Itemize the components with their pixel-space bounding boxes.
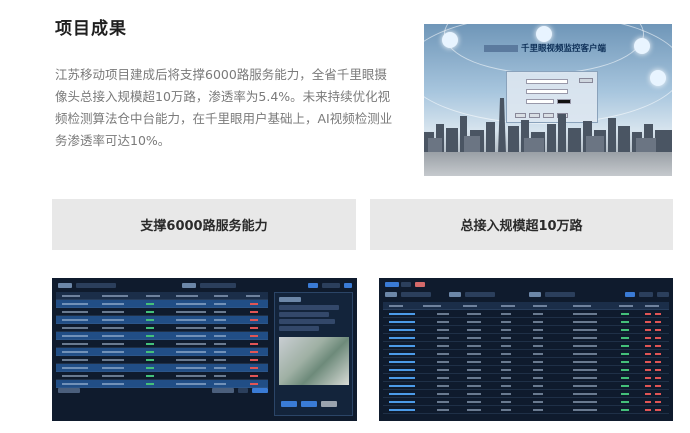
feature-access-scale: 总接入规模超10万路: [370, 199, 673, 250]
dashboard-list-image: [52, 278, 357, 421]
dashboard-table-image: [379, 278, 673, 421]
city-skyline: [424, 98, 672, 154]
section-description: 江苏移动项目建成后将支撑6000路服务能力，全省千里眼摄像头总接入规模超10万路…: [55, 67, 393, 148]
login-screen-image: 千里眼视频监控客户端: [424, 24, 672, 176]
feature-service-capacity: 支撑6000路服务能力: [52, 199, 356, 250]
client-banner: 千里眼视频监控客户端: [484, 42, 606, 54]
section-title: 项目成果: [55, 19, 127, 39]
